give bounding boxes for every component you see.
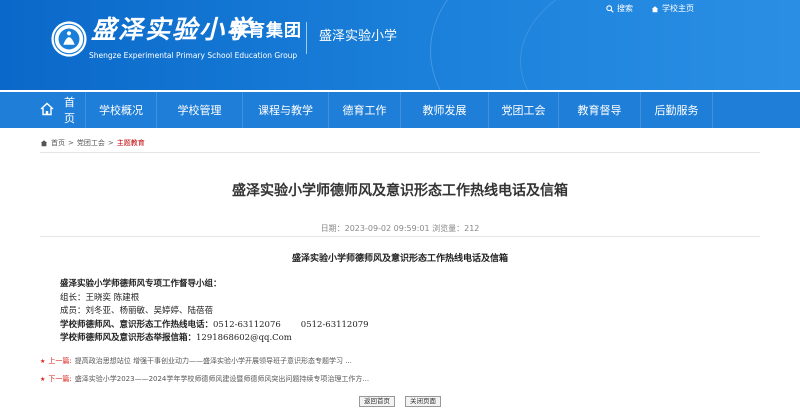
article-body: 盛泽实验小学师德师风专项工作督导小组： 组长：王晓奕 陈建根 成员：刘冬亚、杨丽… [60, 278, 369, 346]
school-home-link[interactable]: 学校主页 [651, 3, 694, 14]
next-article: ★ 下一篇: 盛泽实验小学2023——2024学年学校师德师风建设暨师德师风突出… [40, 374, 369, 384]
mailbox-line: 学校师德师风及意识形态举报信箱：1291868602@qq.Com [60, 332, 369, 346]
main-nav: 首页 学校概况 学校管理 课程与教学 德育工作 教师发展 党团工会 教育督导 后… [0, 92, 800, 128]
school-calligraphy: 盛泽实验小学 [91, 15, 254, 44]
nav-label: 德育工作 [342, 104, 387, 117]
search-icon [606, 4, 614, 13]
article-subtitle: 盛泽实验小学师德师风及意识形态工作热线电话及信箱 [291, 254, 508, 264]
breadcrumb: 首页 > 党团工会 > 主题教育 [40, 138, 145, 148]
hotline-number-2: 0512-63112079 [300, 319, 369, 330]
members-line: 成员：刘冬亚、杨丽敏、吴婷婷、陆蓓蓓 [60, 306, 214, 316]
nav-label: 教育督导 [577, 104, 622, 117]
school-name: 盛泽实验小学 [319, 29, 398, 44]
mailbox-label: 学校师德师风及意识形态举报信箱： [60, 333, 197, 343]
school-logo[interactable] [50, 20, 88, 58]
prev-article: ★ 上一篇: 提高政治思想站位 增强干事创业动力——盛泽实验小学开展领导班子意识… [40, 356, 352, 366]
breadcrumb-separator: > [68, 139, 74, 147]
nav-label: 后勤服务 [654, 104, 699, 117]
leader-line: 组长：王晓奕 陈建根 [60, 292, 140, 303]
english-name: Shengze Experimental Primary School Educ… [89, 51, 298, 60]
home-small-icon [651, 5, 659, 12]
mailbox-address: 1291868602@qq.Com [196, 333, 292, 343]
breadcrumb-separator: > [107, 139, 114, 147]
breadcrumb-current[interactable]: 主题教育 [117, 138, 145, 148]
prev-label: 上一篇: [48, 357, 72, 365]
nav-item-curriculum[interactable]: 课程与教学 [243, 92, 329, 128]
nav-label: 教师发展 [422, 104, 467, 117]
nav-item-school-overview[interactable]: 学校概况 [86, 92, 157, 128]
nav-item-moral-education[interactable]: 德育工作 [329, 92, 401, 128]
nav-label: 课程与教学 [258, 104, 313, 117]
breadcrumb-party-union[interactable]: 党团工会 [77, 138, 105, 148]
nav-item-home[interactable]: 首页 [0, 92, 86, 128]
top-links: 搜索 学校主页 [606, 3, 694, 14]
next-label: 下一篇: [48, 375, 72, 383]
home-icon [40, 102, 54, 116]
nav-label: 学校管理 [177, 104, 222, 117]
hotline-number-1: 0512-63112076 [213, 319, 281, 330]
hotline-line: 学校师德师风、意识形态工作热线电话：0512-63112076 0512-6311… [60, 319, 369, 333]
nav-item-logistics[interactable]: 后勤服务 [641, 92, 713, 128]
nav-label: 党团工会 [501, 104, 546, 117]
nav-item-teacher-development[interactable]: 教师发展 [401, 92, 489, 128]
header-banner: 搜索 学校主页 盛泽实验小学 教育集团 Shengze Experimental… [0, 0, 800, 90]
article-meta: 日期：2023-09-02 09:59:01 浏览量：212 [320, 224, 480, 233]
next-article-link[interactable]: 盛泽实验小学2023——2024学年学校师德师风建设暨师德师风突出问题持续专项治… [75, 374, 369, 384]
star-icon: ★ [40, 375, 46, 383]
meta-divider [40, 236, 760, 237]
group-name: 教育集团 [230, 21, 302, 41]
school-home-label: 学校主页 [662, 4, 694, 13]
search-label: 搜索 [617, 4, 633, 13]
group-title: 盛泽实验小学师德师风专项工作督导小组： [60, 279, 222, 289]
breadcrumb-home[interactable]: 首页 [51, 138, 65, 148]
prev-article-link[interactable]: 提高政治思想站位 增强干事创业动力——盛泽实验小学开展领导班子意识形态专题学习 … [75, 356, 352, 366]
breadcrumb-divider [40, 152, 760, 153]
nav-item-party-union[interactable]: 党团工会 [489, 92, 559, 128]
back-home-button[interactable]: 返回首页 [359, 396, 395, 407]
nav-label-home: 首页 [64, 96, 75, 125]
hotline-label: 学校师德师风、意识形态工作热线电话： [60, 319, 214, 330]
home-breadcrumb-icon [40, 140, 48, 147]
nav-item-education-supervision[interactable]: 教育督导 [559, 92, 641, 128]
nav-item-school-management[interactable]: 学校管理 [157, 92, 243, 128]
header-divider [306, 22, 307, 54]
article-title: 盛泽实验小学师德师风及意识形态工作热线电话及信箱 [232, 183, 568, 199]
nav-label: 学校概况 [99, 104, 143, 117]
star-icon: ★ [40, 357, 46, 365]
close-page-button[interactable]: 关闭页面 [405, 396, 441, 407]
page-buttons: 返回首页 关闭页面 [0, 396, 800, 407]
search-link[interactable]: 搜索 [606, 3, 633, 14]
